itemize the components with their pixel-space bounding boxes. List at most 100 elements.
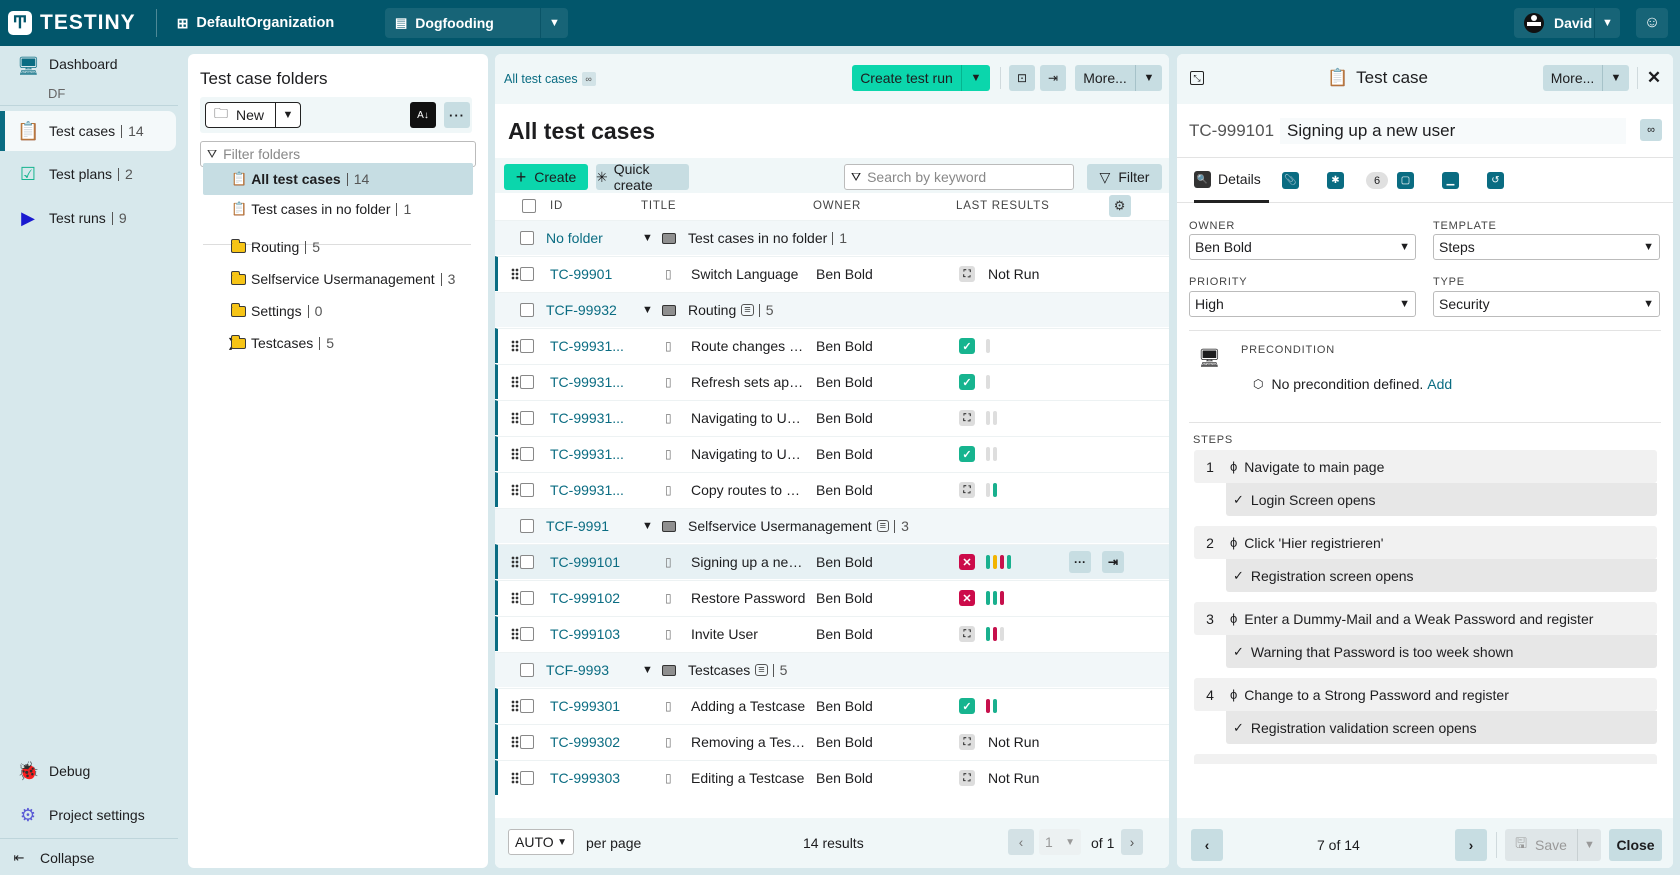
row-checkbox[interactable] [520, 771, 534, 785]
description-icon[interactable]: ≡ [876, 520, 890, 532]
page-select[interactable]: 1 ▼ [1039, 829, 1081, 855]
test-case-id-link[interactable]: TC-999101 [550, 554, 620, 570]
history-bar-none[interactable] [1000, 627, 1004, 641]
chevron-down-icon[interactable]: ▼ [1136, 65, 1162, 91]
next-case-button[interactable]: › [1455, 829, 1487, 861]
test-case-row[interactable]: TC-99931... ▯ Copy routes to C... Ben Bold ⛶ [495, 472, 1169, 507]
test-case-id-link[interactable]: TC-99931... [550, 446, 624, 462]
import-icon[interactable]: ⇥ [1040, 65, 1066, 91]
search-input[interactable] [867, 169, 1058, 185]
history-bar-passed[interactable] [986, 627, 990, 641]
row-checkbox[interactable] [520, 375, 534, 389]
step-expected-result[interactable]: ✓ Registration screen opens [1226, 559, 1657, 592]
row-checkbox[interactable] [520, 411, 534, 425]
history-bar-passed[interactable] [993, 699, 997, 713]
button-label[interactable]: More... [1075, 65, 1136, 91]
test-case-title[interactable]: Copy routes to C... [691, 482, 806, 498]
history-bar-blocked[interactable] [993, 555, 997, 569]
history-bar-failed[interactable] [1000, 555, 1004, 569]
drag-handle[interactable] [511, 376, 519, 388]
row-checkbox[interactable] [520, 339, 534, 353]
row-checkbox[interactable] [520, 483, 534, 497]
sidebar-item-dashboard[interactable]: 🖥 Dashboard DF [0, 52, 176, 101]
column-header-id[interactable]: ID [550, 200, 563, 212]
test-case-id-link[interactable]: TC-999301 [550, 698, 620, 714]
folder-item[interactable]: Settings 0 [203, 295, 473, 327]
breadcrumb-item[interactable]: All test cases [504, 72, 578, 86]
drag-handle[interactable] [511, 556, 519, 568]
test-case-row[interactable]: TC-999101 ▯ Signing up a new... Ben Bold ✕ ··… [495, 544, 1169, 579]
test-case-id-link[interactable]: TC-99931... [550, 374, 624, 390]
column-header-owner[interactable]: OWNER [813, 200, 861, 212]
test-case-id-link[interactable]: TC-999303 [550, 770, 620, 786]
row-checkbox[interactable] [520, 447, 534, 461]
test-case-title[interactable]: Adding a Testcase [691, 698, 806, 714]
test-case-id-link[interactable]: TC-99901 [550, 266, 612, 282]
history-bar-failed[interactable] [1000, 591, 1004, 605]
testiny-logo[interactable]: Ͳ TESTINY [8, 0, 136, 46]
search-field[interactable]: ⛛ [844, 164, 1074, 190]
step-action[interactable]: 4 ϕ Change to a Strong Password and regist… [1194, 678, 1657, 711]
test-case-row[interactable]: TC-999102 ▯ Restore Password Ben Bold ✕ [495, 580, 1169, 615]
history-bar-none[interactable] [986, 375, 990, 389]
open-detail-icon[interactable]: ⇥ [1102, 551, 1124, 573]
previous-page-button[interactable]: ‹ [1008, 829, 1034, 855]
folder-no-folder[interactable]: 📋 Test cases in no folder 1 [203, 193, 473, 225]
folder-item[interactable]: Routing 5 [203, 231, 473, 263]
sort-az-button[interactable]: A↓ [410, 102, 436, 128]
step-action[interactable]: 3 ϕ Enter a Dummy-Mail and a Weak Password… [1194, 602, 1657, 635]
test-case-row[interactable]: TC-99931... ▯ Navigating to UR... Ben Bold ✓ [495, 436, 1169, 471]
test-case-id-link[interactable]: TC-99931... [550, 338, 624, 354]
test-case-row[interactable]: TC-99931... ▯ Route changes w... Ben Bold ✓ [495, 328, 1169, 363]
folder-item[interactable]: ❯ Testcases 5 [203, 327, 473, 359]
quick-create-button[interactable]: ✳ Quick create [596, 161, 689, 193]
history-bar-failed[interactable] [993, 627, 997, 641]
test-case-row[interactable]: TC-99901 ▯ Switch Language Ben Bold ⛶ Not Run [495, 256, 1169, 291]
close-button[interactable]: Close [1609, 829, 1662, 861]
test-case-row[interactable]: TC-999302 ▯ Removing a Test... Ben Bold ⛶ Not… [495, 724, 1169, 759]
folder-id-link[interactable]: No folder [546, 230, 603, 246]
button-label[interactable]: Create test run [852, 65, 962, 91]
step-action[interactable]: 2 ϕ Click 'Hier registrieren' [1194, 526, 1657, 559]
history-bar-none[interactable] [993, 411, 997, 425]
test-case-title[interactable]: Navigating to UR... [691, 446, 806, 462]
row-checkbox[interactable] [520, 303, 534, 317]
drag-handle[interactable] [511, 736, 519, 748]
folder-group-row[interactable]: TCF-99932 ▼ Routing ≡ 5 [495, 292, 1169, 327]
folder-id-link[interactable]: TCF-9991 [546, 518, 609, 534]
description-icon[interactable]: ≡ [741, 304, 754, 316]
test-case-title[interactable]: Editing a Testcase [691, 770, 806, 786]
test-case-title[interactable]: Invite User [691, 626, 806, 642]
chevron-down-icon[interactable]: ▼ [642, 520, 653, 532]
drag-handle[interactable] [511, 700, 519, 712]
chevron-down-icon[interactable]: ▼ [962, 65, 990, 91]
drag-handle[interactable] [511, 592, 519, 604]
column-header-title[interactable]: TITLE [641, 200, 676, 212]
description-icon[interactable]: ≡ [755, 664, 768, 676]
chevron-down-icon[interactable]: ▼ [1578, 829, 1601, 861]
history-bar-none[interactable] [993, 447, 997, 461]
test-case-id-link[interactable]: TC-99931... [550, 410, 624, 426]
history-bar-passed[interactable] [993, 483, 997, 497]
chevron-down-icon[interactable]: ▼ [276, 109, 300, 121]
filter-folders-input[interactable] [223, 146, 464, 162]
collapse-button[interactable]: ⇤ Collapse [0, 838, 176, 875]
column-settings-gear-icon[interactable]: ⚙ [1109, 195, 1131, 217]
step-expected-result[interactable]: ✓ Warning that Password is too week shown [1226, 635, 1657, 668]
organization-selector[interactable]: ⊞ DefaultOrganization [177, 15, 335, 32]
save-button[interactable]: 🖫 Save ▼ [1505, 829, 1601, 861]
project-selector[interactable]: ▤ Dogfooding ▼ [385, 8, 568, 38]
drag-handle[interactable] [511, 340, 519, 352]
history-bar-none[interactable] [986, 447, 990, 461]
test-case-row[interactable]: TC-999301 ▯ Adding a Testcase Ben Bold ✓ [495, 688, 1169, 723]
link-icon[interactable]: ∞ [581, 72, 596, 86]
archive-icon[interactable]: ⊡ [1009, 65, 1035, 91]
folder-id-link[interactable]: TCF-9993 [546, 662, 609, 678]
drag-handle[interactable] [511, 772, 519, 784]
test-case-id-link[interactable]: TC-999102 [550, 590, 620, 606]
row-checkbox[interactable] [520, 519, 534, 533]
test-case-title[interactable]: Refresh sets app... [691, 374, 806, 390]
chevron-down-icon[interactable]: ▼ [642, 664, 653, 676]
history-bar-passed[interactable] [986, 555, 990, 569]
user-menu[interactable]: David ▼ [1514, 8, 1620, 38]
